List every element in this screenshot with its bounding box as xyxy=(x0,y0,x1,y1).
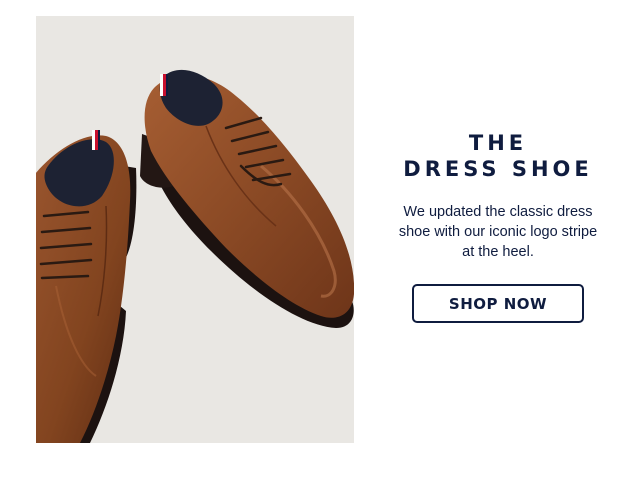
promo-banner: THE DRESS SHOE We updated the classic dr… xyxy=(0,0,640,480)
right-shoe xyxy=(140,69,354,328)
dress-shoes-illustration xyxy=(36,69,354,443)
dress-shoes-photo[interactable] xyxy=(36,16,354,443)
left-shoe xyxy=(36,130,137,443)
promo-description: We updated the classic dress shoe with o… xyxy=(380,202,616,262)
description-line-2: shoe with our iconic logo stripe xyxy=(398,224,598,240)
headline-line-1: THE xyxy=(468,131,528,155)
description-line-1: We updated the classic dress xyxy=(403,204,593,220)
promo-headline: THE DRESS SHOE xyxy=(380,130,616,182)
description-line-3: at the heel. xyxy=(462,244,534,260)
headline-line-2: DRESS SHOE xyxy=(403,157,593,181)
promo-copy: THE DRESS SHOE We updated the classic dr… xyxy=(380,130,616,323)
shop-now-button[interactable]: SHOP NOW xyxy=(412,284,584,323)
